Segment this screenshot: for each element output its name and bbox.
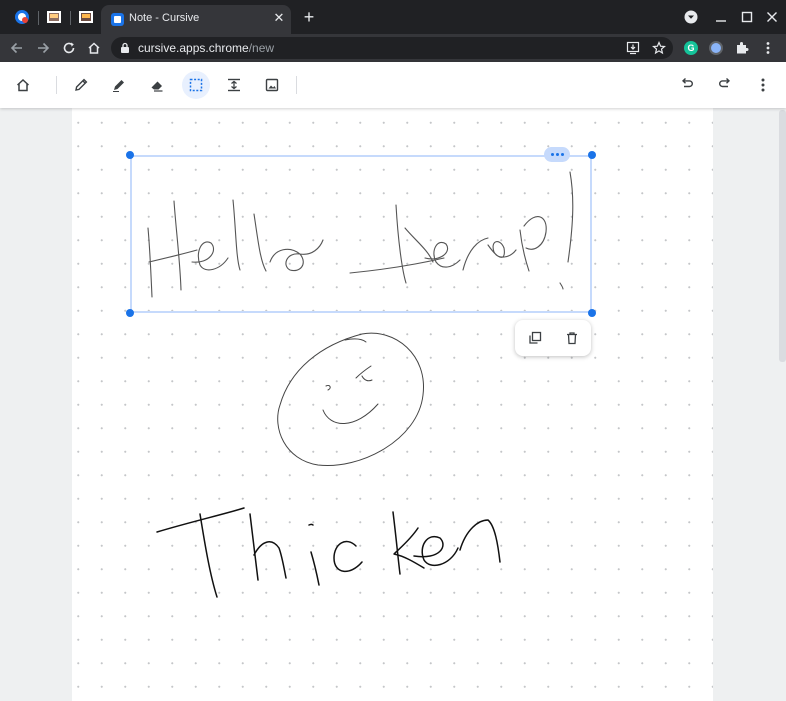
redo-icon — [719, 77, 731, 88]
forward-button[interactable] — [34, 39, 52, 57]
highlighter-tool-button[interactable] — [105, 71, 133, 99]
resize-handle-top-right[interactable] — [588, 151, 596, 159]
pinned-tab-3[interactable] — [76, 7, 96, 27]
image-icon — [265, 78, 279, 92]
insert-space-icon — [228, 78, 240, 92]
lasso-select-tool-button[interactable] — [182, 71, 210, 99]
reload-icon — [63, 42, 75, 54]
app-menu-button[interactable] — [749, 71, 777, 99]
cursive-red-favicon-icon — [15, 10, 29, 24]
minimize-button[interactable] — [712, 8, 730, 26]
minimize-icon — [716, 20, 726, 22]
extension-button[interactable] — [707, 39, 725, 57]
eraser-tool-button[interactable] — [143, 71, 171, 99]
bookmark-button[interactable] — [651, 40, 667, 56]
home-button[interactable] — [85, 39, 103, 57]
back-button[interactable] — [8, 39, 26, 57]
redo-button[interactable] — [711, 71, 739, 99]
pinned-tab-2[interactable] — [44, 7, 64, 27]
lock-icon — [121, 42, 129, 53]
star-icon — [652, 41, 666, 55]
tab-active-note[interactable]: Note - Cursive ✕ — [101, 5, 291, 34]
delete-button[interactable] — [562, 328, 582, 348]
dot-icon — [555, 153, 559, 156]
address-bar[interactable]: cursive.apps.chrome/new — [111, 37, 673, 59]
highlighter-icon — [113, 80, 124, 92]
undo-icon — [681, 77, 693, 88]
tab-title: Note - Cursive — [129, 12, 200, 24]
more-vert-icon — [761, 78, 765, 92]
maximize-button[interactable] — [738, 8, 756, 26]
url-path: /new — [248, 41, 275, 55]
browser-toolbar: cursive.apps.chrome/new G — [0, 34, 786, 62]
pinned-tab-1[interactable] — [12, 7, 32, 27]
image-favicon-icon — [47, 11, 61, 23]
undo-button[interactable] — [673, 71, 701, 99]
arrow-left-icon — [10, 42, 22, 54]
tab-separator — [70, 11, 71, 25]
selection-box[interactable] — [130, 155, 592, 313]
toolbar-divider — [56, 76, 57, 94]
extension-circle-icon — [709, 41, 723, 55]
resize-handle-top-left[interactable] — [126, 151, 134, 159]
tab-strip: Note - Cursive ✕ + — [0, 0, 786, 34]
select-dashed-icon — [189, 78, 203, 92]
home-icon — [16, 78, 30, 92]
tab-search-button[interactable] — [682, 8, 700, 26]
close-window-button[interactable] — [763, 8, 781, 26]
close-icon — [767, 12, 777, 22]
browser-menu-button[interactable] — [759, 39, 777, 57]
chevron-down-circle-icon — [684, 10, 698, 24]
home-button[interactable] — [9, 71, 37, 99]
app-toolbar — [0, 62, 786, 108]
pen-icon — [75, 78, 88, 91]
install-icon — [626, 41, 640, 55]
grammarly-extension-button[interactable]: G — [682, 39, 700, 57]
url-text: cursive.apps.chrome/new — [138, 41, 274, 55]
more-vert-icon — [766, 42, 770, 54]
tab-separator — [38, 11, 39, 25]
maximize-icon — [741, 11, 753, 23]
new-tab-button[interactable]: + — [300, 8, 318, 26]
selection-actions-popup — [515, 320, 591, 356]
trash-icon — [567, 332, 577, 345]
insert-image-button[interactable] — [258, 71, 286, 99]
insert-space-tool-button[interactable] — [220, 71, 248, 99]
extensions-menu-button[interactable] — [733, 39, 751, 57]
arrow-right-icon — [38, 42, 50, 54]
pen-tool-button[interactable] — [67, 71, 95, 99]
close-tab-icon[interactable]: ✕ — [271, 10, 287, 26]
selection-more-button[interactable] — [544, 147, 570, 162]
puzzle-icon — [737, 42, 749, 54]
toolbar-divider — [296, 76, 297, 94]
reload-button[interactable] — [60, 39, 78, 57]
cursive-favicon-icon — [111, 13, 124, 26]
resize-handle-bottom-left[interactable] — [126, 309, 134, 317]
dot-icon — [550, 153, 554, 156]
eraser-icon — [151, 81, 163, 92]
duplicate-button[interactable] — [525, 328, 545, 348]
dot-icon — [560, 153, 564, 156]
image-favicon-icon — [79, 11, 93, 23]
install-app-button[interactable] — [625, 40, 641, 56]
home-icon — [88, 42, 100, 54]
vertical-scrollbar[interactable] — [779, 110, 786, 362]
grammarly-icon: G — [684, 41, 698, 55]
url-host: cursive.apps.chrome — [138, 41, 249, 55]
copy-icon — [529, 331, 542, 344]
resize-handle-bottom-right[interactable] — [588, 309, 596, 317]
